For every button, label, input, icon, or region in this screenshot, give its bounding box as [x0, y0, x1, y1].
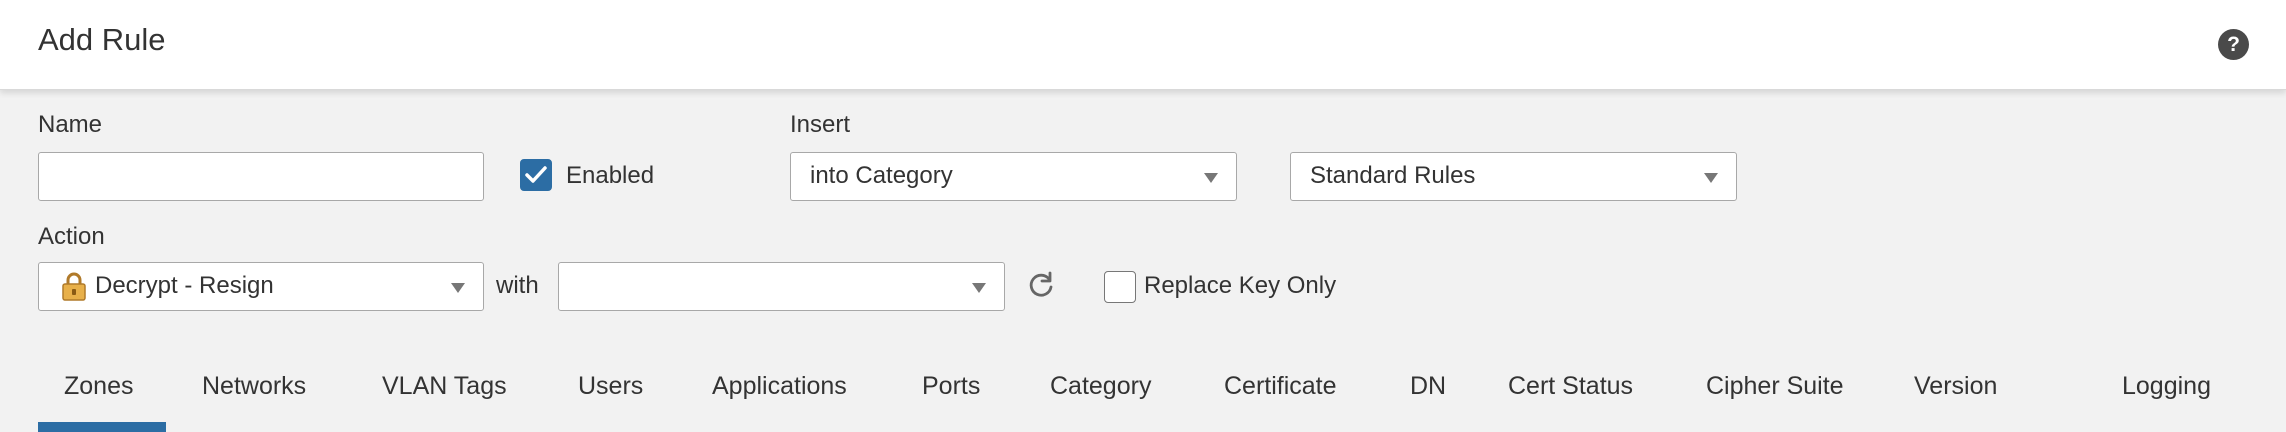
action-label: Action [38, 223, 105, 250]
tab-vlan-tags[interactable]: VLAN Tags [382, 372, 507, 401]
tab-category[interactable]: Category [1050, 372, 1151, 401]
active-tab-indicator [38, 422, 166, 432]
insert-category-select[interactable]: Standard Rules [1290, 152, 1737, 201]
insert-position-value: into Category [810, 162, 953, 189]
insert-position-select[interactable]: into Category [790, 152, 1237, 201]
replace-key-checkbox[interactable] [1104, 271, 1136, 303]
tab-logging[interactable]: Logging [2122, 372, 2211, 401]
with-label: with [496, 272, 539, 299]
help-icon[interactable]: ? [2218, 29, 2249, 60]
tab-networks[interactable]: Networks [202, 372, 306, 401]
lock-icon [62, 272, 86, 301]
action-select[interactable]: Decrypt - Resign [38, 262, 484, 311]
tab-cert-status[interactable]: Cert Status [1508, 372, 1633, 401]
tab-dn[interactable]: DN [1410, 372, 1446, 401]
refresh-icon[interactable] [1026, 270, 1056, 300]
tab-users[interactable]: Users [578, 372, 643, 401]
replace-key-label: Replace Key Only [1144, 272, 1337, 299]
chevron-down-icon [972, 283, 986, 293]
enabled-checkbox[interactable] [520, 159, 552, 191]
action-value: Decrypt - Resign [95, 272, 274, 299]
chevron-down-icon [451, 283, 465, 293]
checkmark-icon [525, 166, 547, 183]
tab-zones[interactable]: Zones [64, 372, 133, 401]
with-select[interactable] [558, 262, 1005, 311]
insert-label: Insert [790, 111, 851, 138]
dialog-header: Add Rule ? [0, 0, 2286, 90]
tab-version[interactable]: Version [1914, 372, 1997, 401]
enabled-label: Enabled [566, 162, 655, 189]
insert-category-value: Standard Rules [1310, 162, 1476, 189]
tab-certificate[interactable]: Certificate [1224, 372, 1337, 401]
tab-applications[interactable]: Applications [712, 372, 847, 401]
tab-ports[interactable]: Ports [922, 372, 980, 401]
chevron-down-icon [1704, 173, 1718, 183]
dialog-title: Add Rule [38, 22, 166, 57]
tab-cipher-suite[interactable]: Cipher Suite [1706, 372, 1844, 401]
name-input[interactable] [38, 152, 484, 201]
chevron-down-icon [1204, 173, 1218, 183]
name-label: Name [38, 111, 103, 138]
